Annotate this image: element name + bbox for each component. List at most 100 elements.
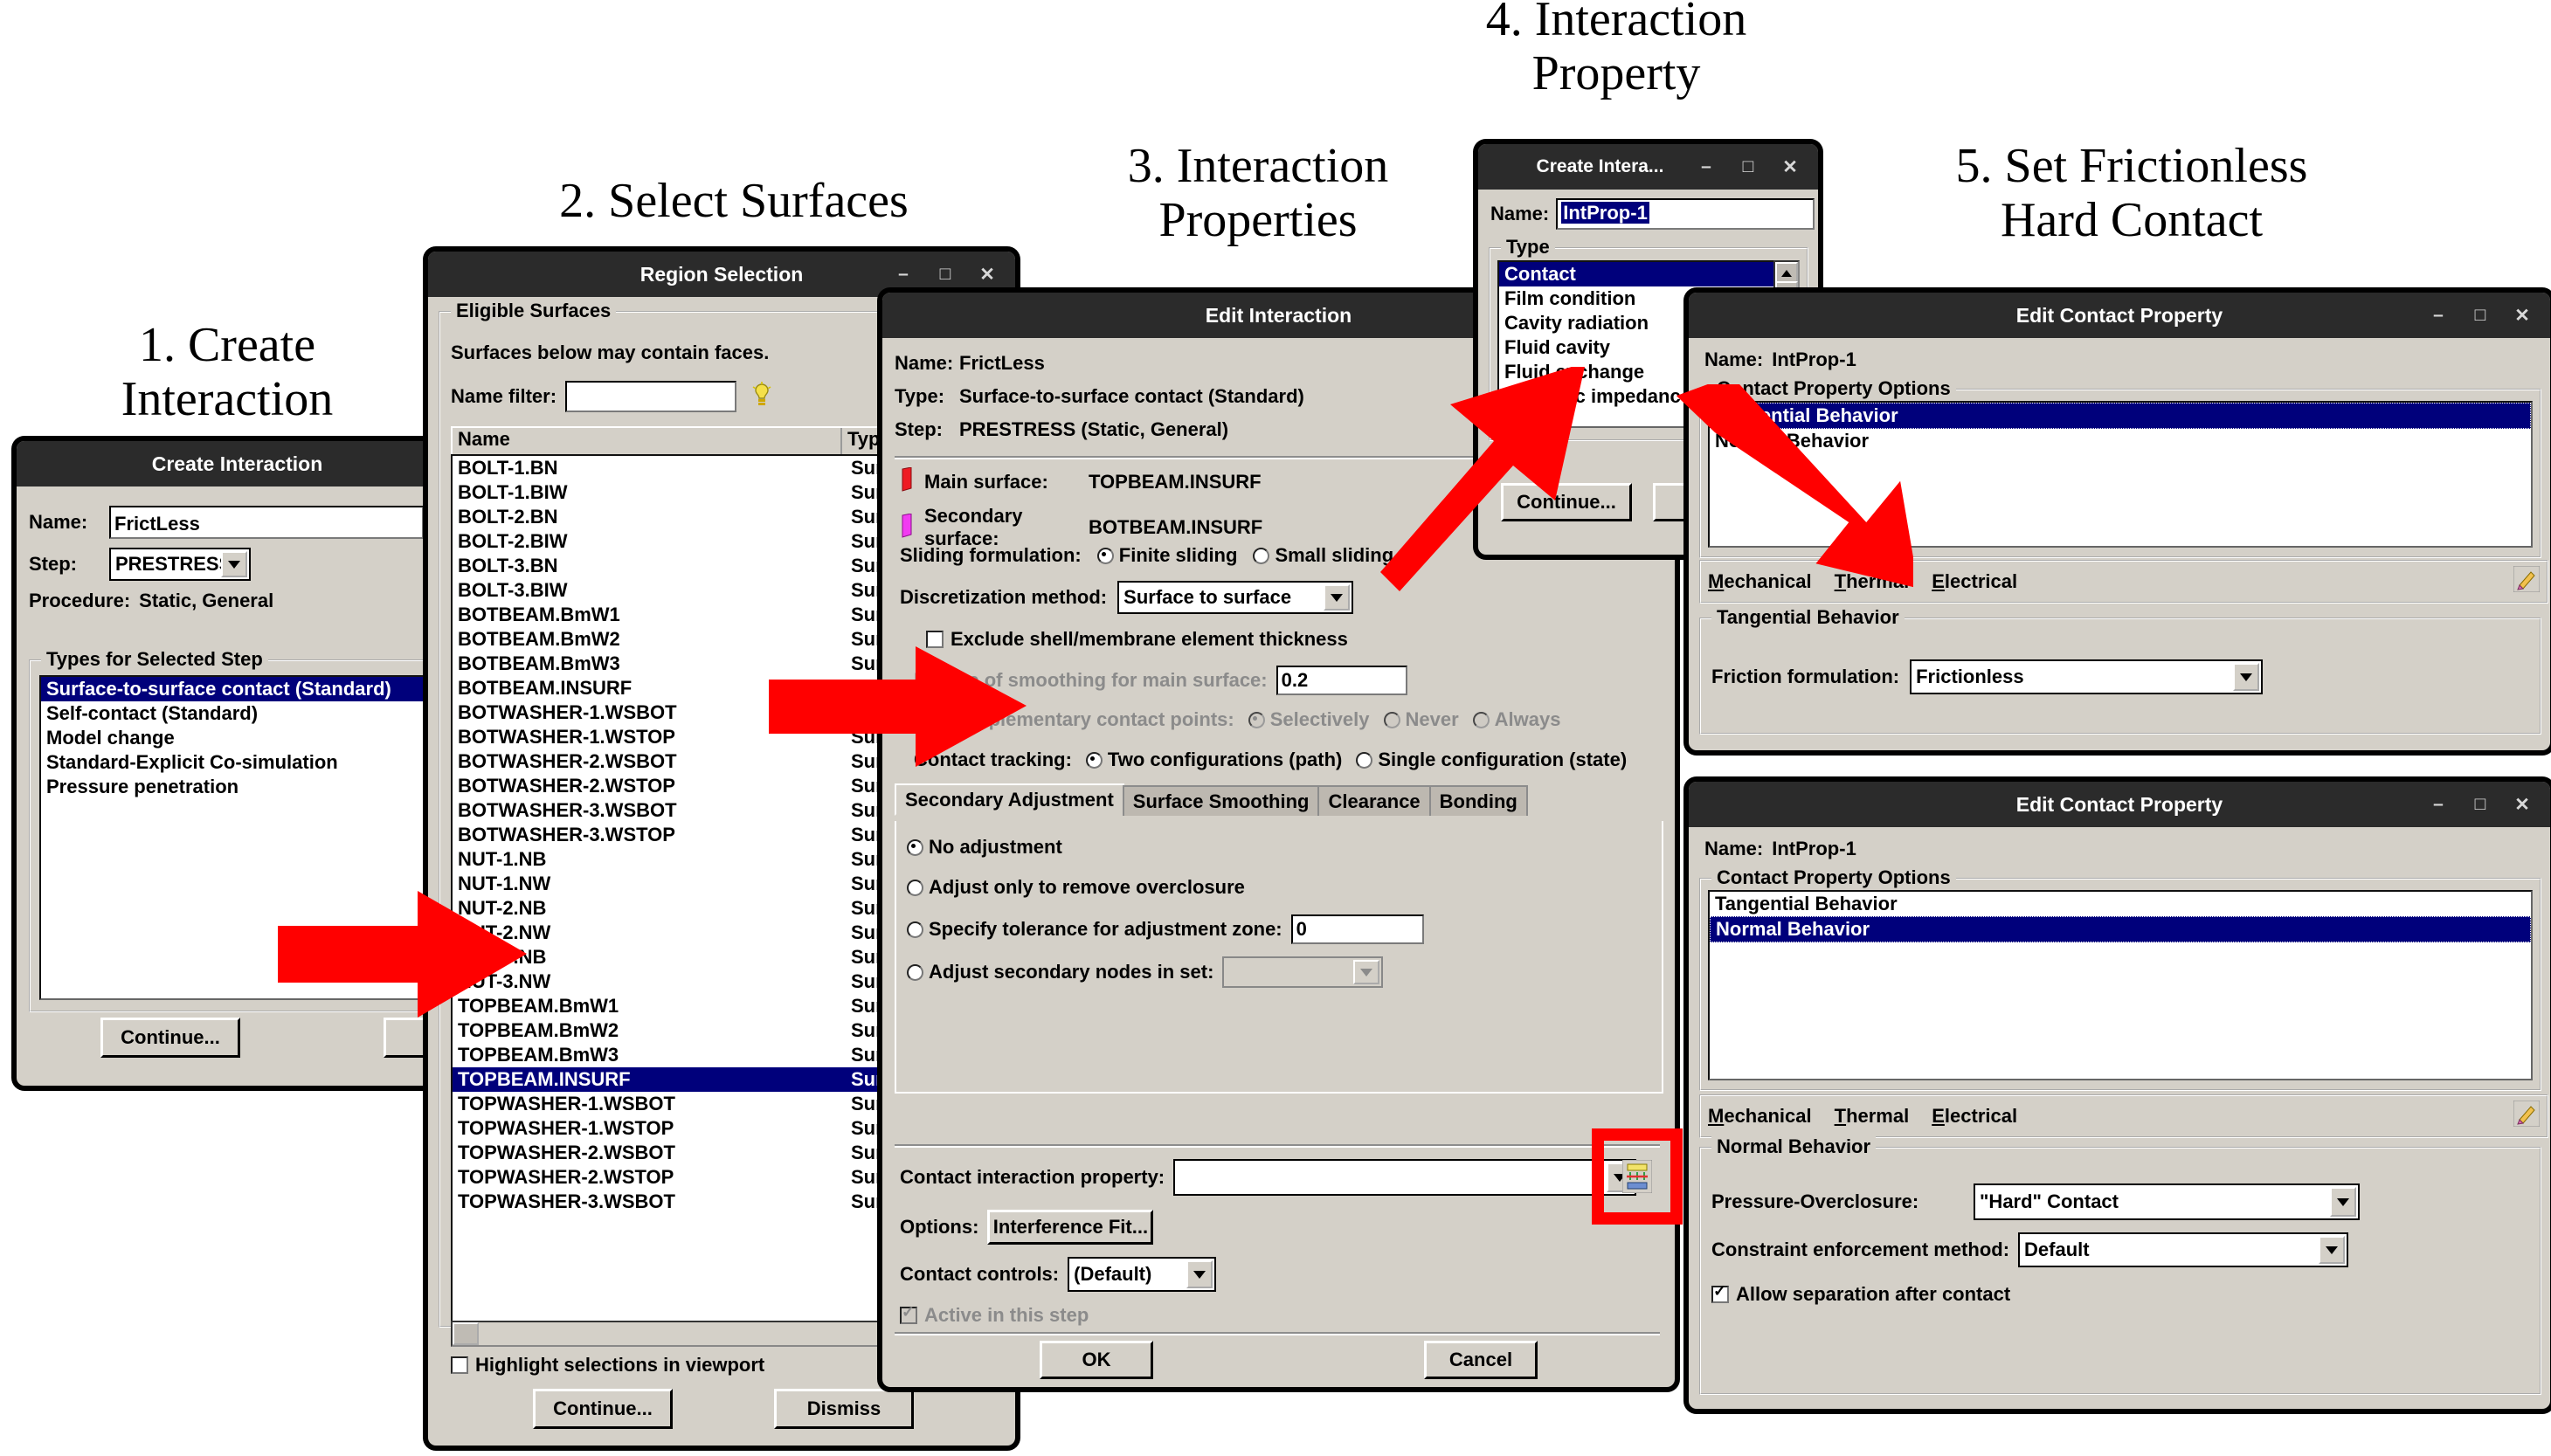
- list-item[interactable]: Normal Behavior: [1710, 916, 2531, 942]
- radio-single-configuration[interactable]: Single configuration (state): [1356, 749, 1627, 771]
- radio-adjust-remove-overclosure[interactable]: Adjust only to remove overclosure: [907, 876, 1245, 899]
- column-header-name[interactable]: Name: [453, 428, 842, 456]
- highlight-selections-checkbox[interactable]: Highlight selections in viewport: [451, 1354, 764, 1377]
- radio-selectively[interactable]: Selectively: [1248, 708, 1370, 731]
- surface-name: BOTWASHER-3.WSBOT: [458, 799, 677, 821]
- checkbox-box[interactable]: [1711, 1282, 1729, 1303]
- cancel-button[interactable]: Cancel: [1424, 1341, 1538, 1379]
- chevron-down-icon[interactable]: [1186, 1260, 1213, 1288]
- radio-always[interactable]: Always: [1472, 708, 1560, 731]
- contact-property-name-value: IntProp-1: [1772, 838, 1856, 859]
- interaction-name-input[interactable]: FrictLess: [109, 506, 424, 539]
- active-in-this-step-checkbox[interactable]: Active in this step: [900, 1303, 1089, 1327]
- contact-property-name-value: IntProp-1: [1772, 348, 1856, 370]
- main-surface-label: Main surface:: [924, 470, 1048, 493]
- property-name-value: IntProp-1: [1561, 202, 1649, 224]
- radio-specify-tolerance[interactable]: Specify tolerance for adjustment zone:: [907, 918, 1282, 941]
- edit-interaction-title: Edit Interaction: [1205, 303, 1352, 327]
- chevron-down-icon[interactable]: [1353, 960, 1380, 984]
- checkbox-box[interactable]: [900, 1303, 917, 1324]
- radio-no-adjustment[interactable]: No adjustment: [907, 836, 1062, 859]
- surface-name: TOPWASHER-1.WSBOT: [458, 1093, 675, 1114]
- menu-thermal[interactable]: Thermal: [1835, 1105, 1910, 1128]
- interference-fit-button[interactable]: Interference Fit...: [987, 1210, 1154, 1245]
- delete-behavior-icon[interactable]: [2513, 1100, 2541, 1132]
- menu-electrical[interactable]: Electrical: [1932, 570, 2017, 593]
- delete-behavior-icon[interactable]: [2513, 565, 2541, 597]
- chevron-down-icon[interactable]: [2319, 1236, 2346, 1264]
- list-item[interactable]: Surface-to-surface contact (Standard): [41, 677, 424, 701]
- smoothing-input[interactable]: 0.2: [1276, 666, 1407, 695]
- edit-contact-property-normal-dialog[interactable]: Edit Contact Property – □ ✕ Name: IntPro…: [1684, 777, 2551, 1413]
- list-item[interactable]: Tangential Behavior: [1710, 892, 2531, 916]
- continue-button[interactable]: Continue...: [533, 1389, 673, 1429]
- chevron-down-icon[interactable]: [221, 551, 247, 577]
- pressure-overclosure-value: "Hard" Contact: [1980, 1190, 2119, 1212]
- friction-formulation-combobox[interactable]: Frictionless: [1910, 659, 2264, 694]
- checkbox-box[interactable]: [451, 1356, 468, 1374]
- tab-bonding[interactable]: Bonding: [1428, 785, 1528, 816]
- radio-two-configurations[interactable]: Two configurations (path): [1085, 749, 1342, 771]
- maximize-icon[interactable]: □: [1729, 150, 1767, 183]
- scroll-left-button[interactable]: [453, 1322, 479, 1345]
- minimize-icon[interactable]: –: [1687, 150, 1725, 183]
- list-item[interactable]: Model change: [41, 726, 424, 750]
- tab-surface-smoothing[interactable]: Surface Smoothing: [1122, 785, 1320, 816]
- list-item[interactable]: Contact: [1499, 262, 1775, 286]
- list-item[interactable]: Standard-Explicit Co-simulation: [41, 750, 424, 775]
- create-interaction-property-titlebar[interactable]: Create Intera... – □ ✕: [1478, 144, 1818, 190]
- ok-button[interactable]: OK: [1040, 1341, 1153, 1379]
- close-icon[interactable]: ✕: [2503, 299, 2541, 332]
- close-icon[interactable]: ✕: [1771, 150, 1809, 183]
- create-interaction-title: Create Interaction: [151, 452, 323, 475]
- pressure-overclosure-combobox[interactable]: "Hard" Contact: [1974, 1183, 2360, 1220]
- behavior-menubar[interactable]: Mechanical Thermal Electrical: [1699, 1094, 2548, 1138]
- surface-name: TOPBEAM.INSURF: [458, 1068, 631, 1090]
- constraint-enforcement-combobox[interactable]: Default: [2018, 1232, 2349, 1267]
- contact-controls-combobox[interactable]: (Default): [1068, 1257, 1217, 1292]
- edit-contact-property-titlebar[interactable]: Edit Contact Property – □ ✕: [1689, 782, 2550, 827]
- minimize-icon[interactable]: –: [2419, 788, 2458, 821]
- tab-clearance[interactable]: Clearance: [1317, 785, 1431, 816]
- property-name-input[interactable]: IntProp-1: [1556, 198, 1815, 230]
- chevron-down-icon[interactable]: [2233, 663, 2260, 691]
- allow-separation-checkbox[interactable]: Allow separation after contact: [1711, 1282, 2011, 1306]
- node-set-combobox[interactable]: [1222, 956, 1384, 988]
- lightbulb-icon[interactable]: [750, 381, 773, 412]
- discretization-method-combobox[interactable]: Surface to surface: [1117, 581, 1354, 614]
- tolerance-input[interactable]: 0: [1290, 914, 1424, 944]
- contact-property-options-list[interactable]: Tangential Behavior Normal Behavior: [1708, 890, 2533, 1080]
- list-item[interactable]: Self-contact (Standard): [41, 701, 424, 726]
- contact-property-options-label: Contact Property Options: [1711, 866, 1956, 889]
- dismiss-button[interactable]: Dismiss: [774, 1389, 914, 1429]
- maximize-icon[interactable]: □: [926, 258, 964, 291]
- radio-finite-sliding[interactable]: Finite sliding: [1096, 544, 1237, 567]
- chevron-down-icon[interactable]: [2330, 1187, 2356, 1217]
- edit-contact-property-titlebar[interactable]: Edit Contact Property – □ ✕: [1689, 293, 2550, 338]
- allow-separation-label: Allow separation after contact: [1736, 1283, 2011, 1305]
- list-item[interactable]: Pressure penetration: [41, 775, 424, 799]
- minimize-icon[interactable]: –: [884, 258, 923, 291]
- annotation-step-4: 4. Interaction Property: [1485, 0, 1747, 100]
- surface-name: BOTWASHER-1.WSTOP: [458, 726, 675, 748]
- pressure-overclosure-label: Pressure-Overclosure:: [1711, 1190, 1919, 1212]
- menu-electrical[interactable]: Electrical: [1932, 1105, 2017, 1128]
- continue-button[interactable]: Continue...: [100, 1018, 240, 1058]
- checkbox-box[interactable]: [926, 631, 944, 648]
- radio-never[interactable]: Never: [1383, 708, 1459, 731]
- create-interaction-titlebar[interactable]: Create Interaction: [17, 441, 458, 486]
- adjustment-tabs[interactable]: Secondary Adjustment Surface Smoothing C…: [895, 783, 1528, 816]
- menu-mechanical[interactable]: Mechanical: [1708, 1105, 1812, 1128]
- radio-adjust-nodes-in-set[interactable]: Adjust secondary nodes in set:: [907, 961, 1213, 983]
- contact-interaction-property-label: Contact interaction property:: [900, 1166, 1165, 1188]
- name-label: Name:: [29, 511, 88, 533]
- minimize-icon[interactable]: –: [2419, 299, 2458, 332]
- step-combobox[interactable]: PRESTRESS: [109, 548, 251, 581]
- close-icon[interactable]: ✕: [968, 258, 1006, 291]
- name-filter-input[interactable]: [565, 381, 737, 412]
- maximize-icon[interactable]: □: [2461, 299, 2499, 332]
- contact-interaction-property-combobox[interactable]: [1173, 1159, 1637, 1196]
- close-icon[interactable]: ✕: [2503, 788, 2541, 821]
- tab-secondary-adjustment[interactable]: Secondary Adjustment: [895, 783, 1124, 816]
- maximize-icon[interactable]: □: [2461, 788, 2499, 821]
